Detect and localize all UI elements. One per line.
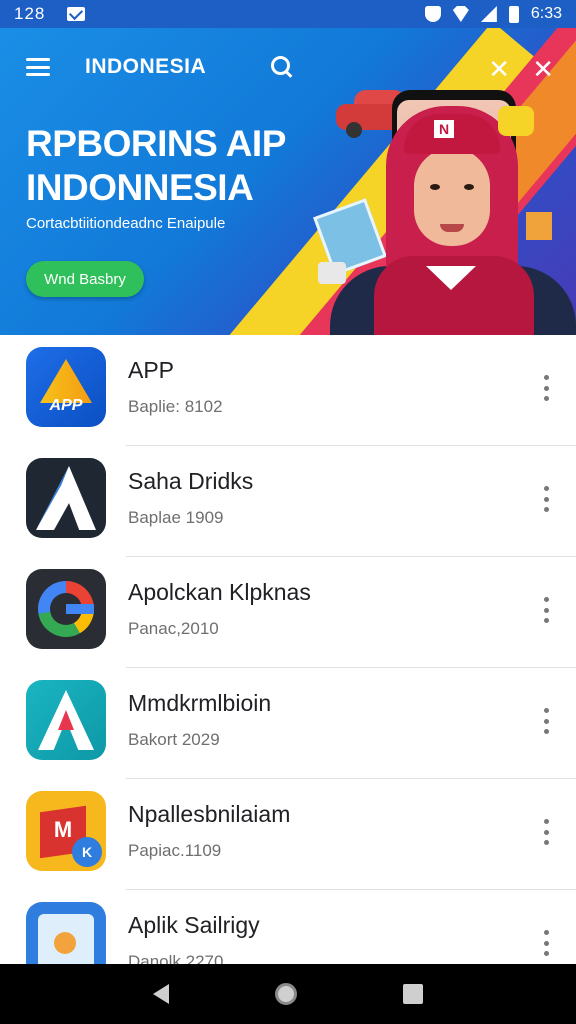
shield-icon (424, 6, 441, 22)
cap-logo: N (434, 120, 454, 138)
status-icons: 6:33 (424, 5, 562, 23)
list-item[interactable]: APP APP Baplie: 8102 (0, 335, 576, 446)
more-vert-icon[interactable] (542, 708, 550, 734)
back-icon[interactable] (153, 984, 169, 1004)
app-logo-icon[interactable]: APP (26, 347, 106, 427)
more-vert-icon[interactable] (542, 486, 550, 512)
status-clock: 6:33 (530, 5, 562, 22)
battery-icon (508, 5, 519, 23)
more-vert-icon[interactable] (542, 375, 550, 401)
app-meta: Papiac.1109 (128, 841, 222, 860)
status-time: 128 (14, 4, 46, 23)
app-meta: Bakort 2029 (128, 730, 220, 749)
app-name: Mmdkrmlbioin (128, 690, 272, 716)
app-meta: Baplae 1909 (128, 508, 224, 527)
list-item[interactable]: Aplik Sailrigy Danolk 2270 (0, 890, 576, 964)
mail-notification-icon (67, 7, 86, 21)
app-name: Apolckan Klpknas (128, 579, 311, 605)
arrow-a-logo-icon[interactable] (26, 458, 106, 538)
app-name: Npallesbnilaiam (128, 801, 291, 827)
hero-headline: RPBORINS AIP INDONNESIA (26, 123, 286, 208)
tablet-map-logo-icon[interactable] (26, 902, 106, 964)
app-list: APP APP Baplie: 8102 Saha Dridks Baplae … (0, 335, 576, 964)
list-item[interactable]: Saha Dridks Baplae 1909 (0, 446, 576, 557)
hero-banner: INDONESIA ✕ ✕ N RPBORINS AIP INDONNESIA … (0, 28, 576, 335)
status-bar: 128 6:33 (0, 0, 576, 28)
search-icon[interactable] (271, 56, 293, 78)
wifi-icon (452, 6, 469, 22)
more-vert-icon[interactable] (542, 930, 550, 956)
app-name: Saha Dridks (128, 468, 254, 494)
app-bar: INDONESIA (0, 28, 576, 106)
hero-subline: Cortacbtiitiondeadnc Enaipule (26, 215, 226, 232)
app-title: INDONESIA (85, 55, 207, 78)
app-meta: Baplie: 8102 (128, 397, 223, 416)
more-vert-icon[interactable] (542, 819, 550, 845)
more-vert-icon[interactable] (542, 597, 550, 623)
list-item[interactable]: Mmdkrmlbioin Bakort 2029 (0, 668, 576, 779)
menu-icon[interactable] (26, 58, 50, 76)
cube-m-logo-icon[interactable]: M K (26, 791, 106, 871)
list-item[interactable]: Apolckan Klpknas Panac,2010 (0, 557, 576, 668)
hero-cta-button[interactable]: Wnd Basbry (26, 261, 144, 297)
app-meta: Panac,2010 (128, 619, 219, 638)
teal-a-logo-icon[interactable] (26, 680, 106, 760)
app-name: Aplik Sailrigy (128, 912, 260, 938)
g-logo-icon[interactable] (26, 569, 106, 649)
emoji-badge-illustration (498, 106, 534, 136)
system-nav-bar (0, 964, 576, 1024)
home-icon[interactable] (275, 983, 297, 1005)
signal-icon (480, 6, 497, 22)
app-name: APP (128, 357, 175, 383)
list-item[interactable]: M K Npallesbnilaiam Papiac.1109 (0, 779, 576, 890)
recents-icon[interactable] (403, 984, 423, 1004)
app-meta: Danolk 2270 (128, 952, 224, 964)
person-illustration: N (330, 106, 576, 335)
